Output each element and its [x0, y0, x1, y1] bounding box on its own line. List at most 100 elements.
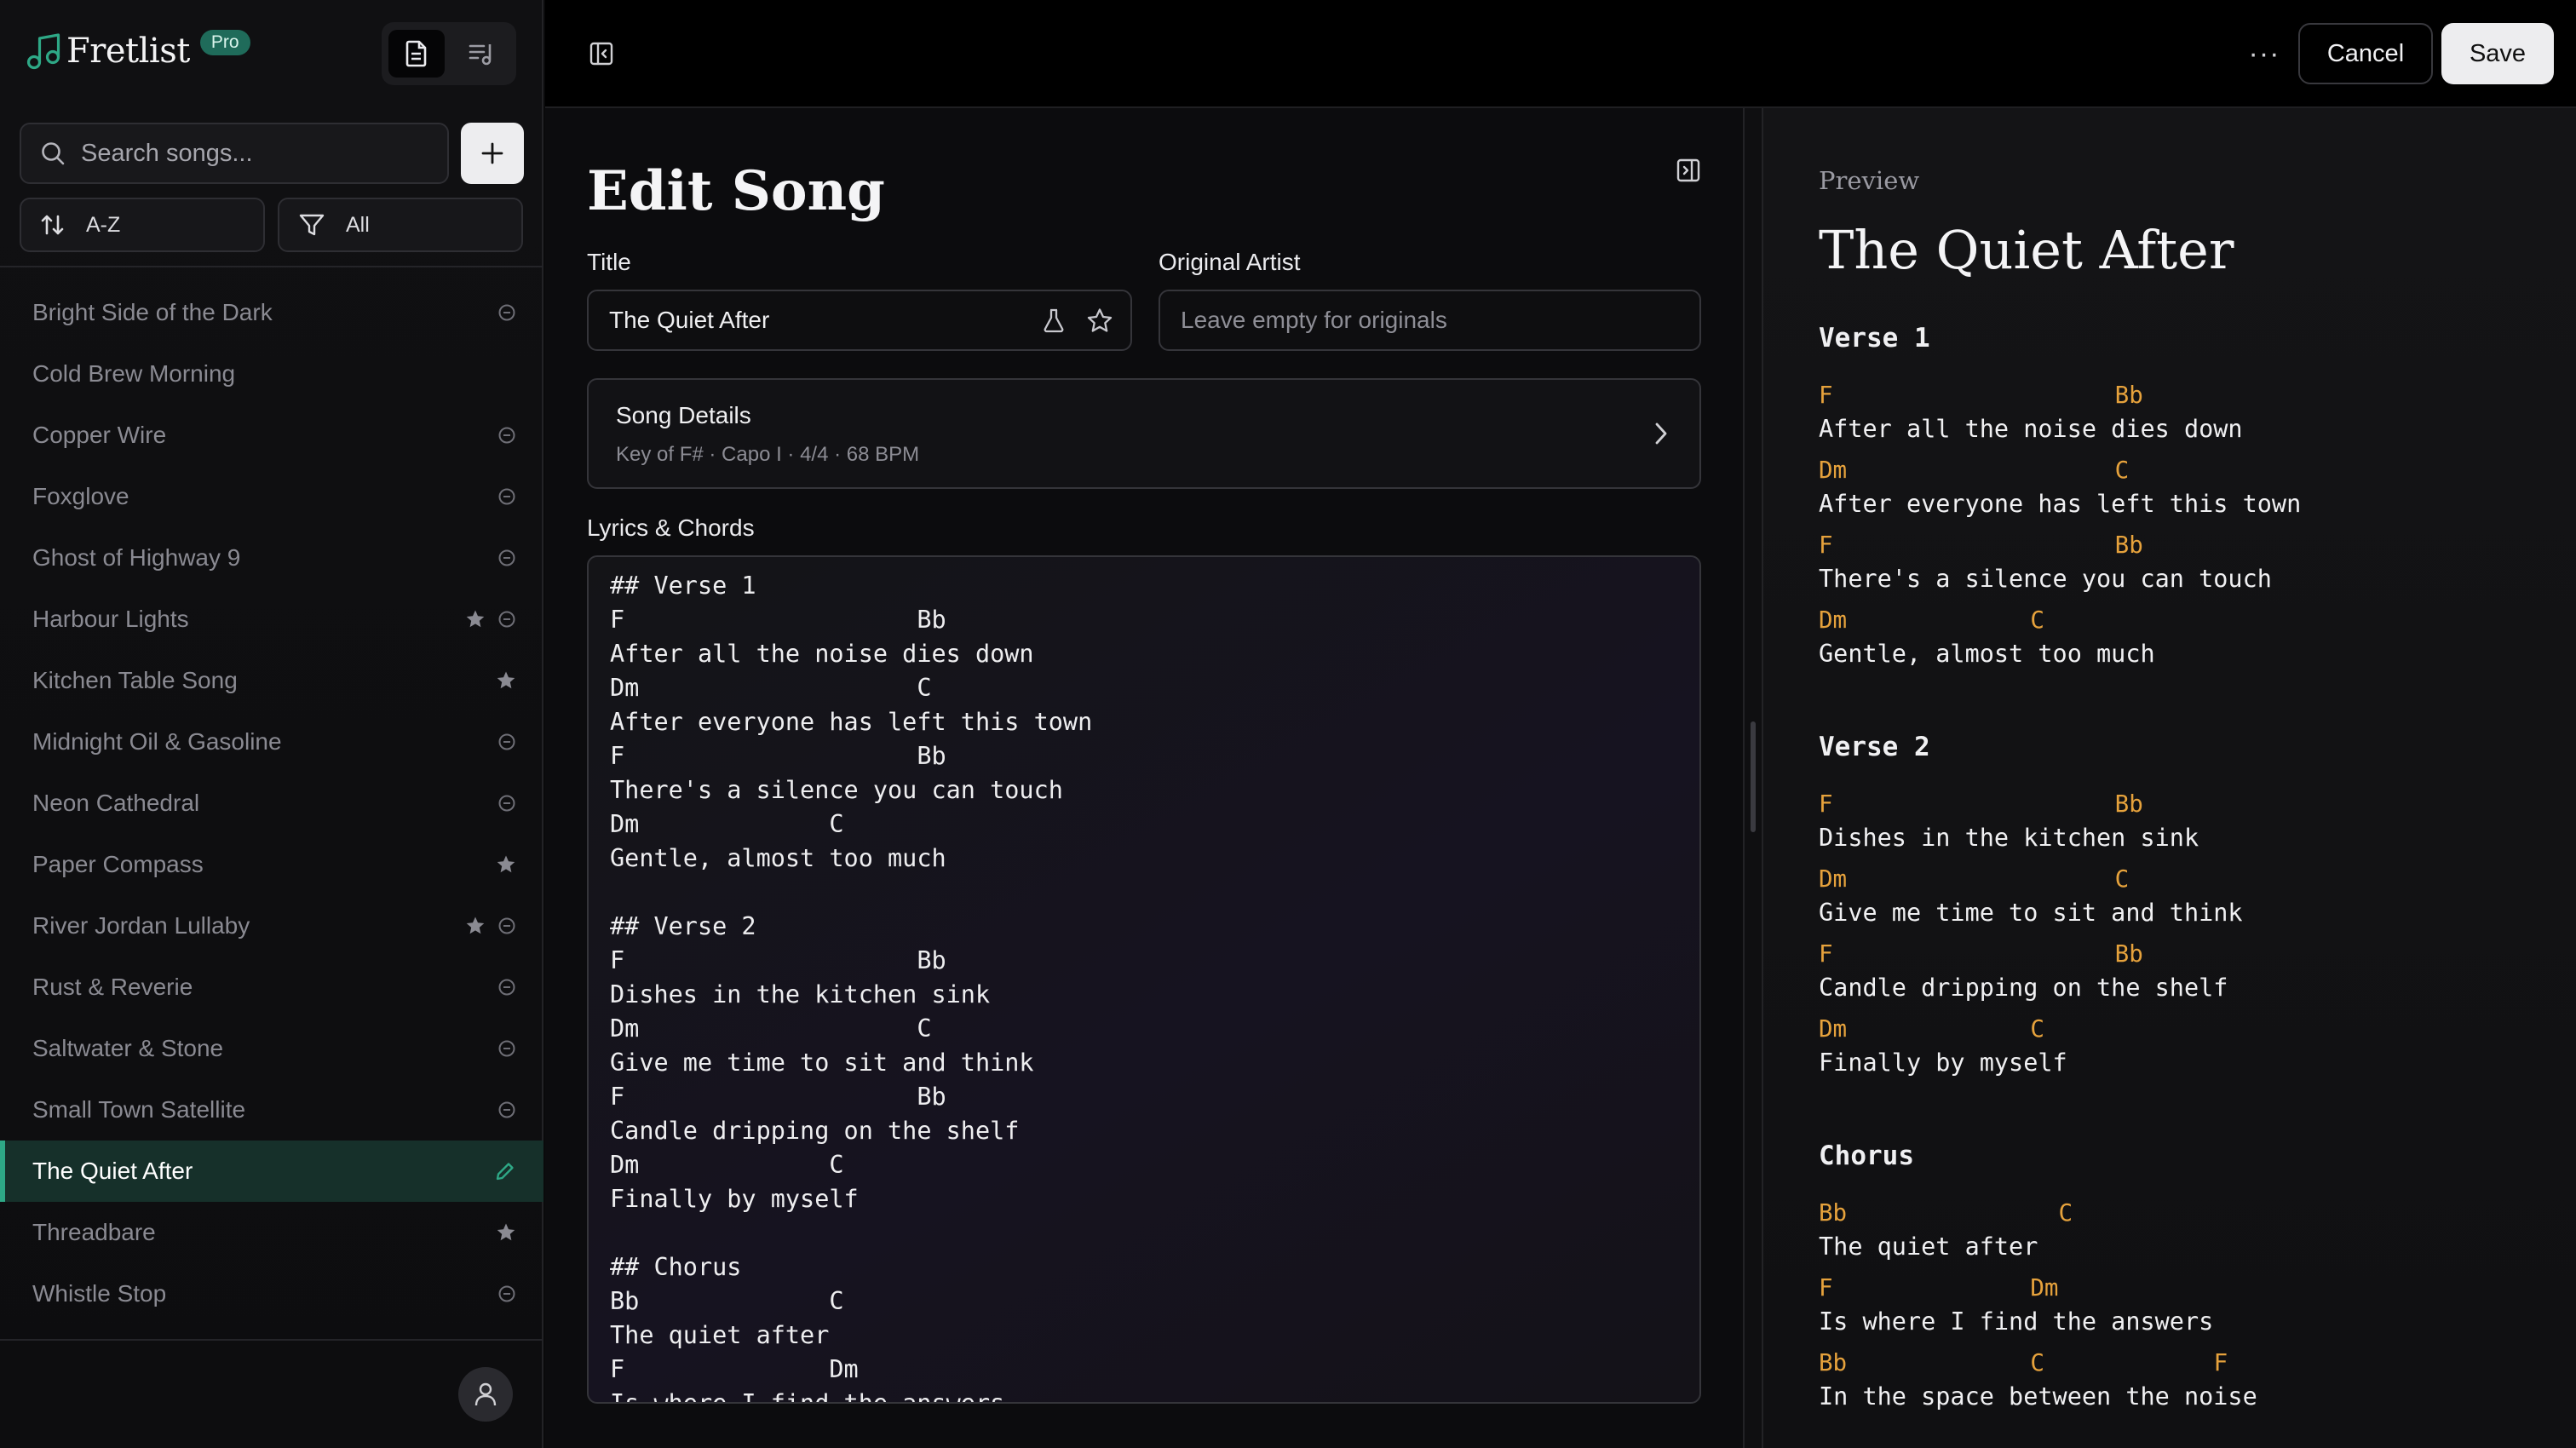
user-avatar-button[interactable] [458, 1367, 513, 1422]
preview-section: Verse 2 F Bb Dishes in the kitchen sink Dm … [1819, 733, 2568, 1087]
sidebar-song-item[interactable]: River Jordan Lullaby [0, 895, 543, 957]
status-circle-icon [498, 427, 515, 444]
sort-label: A-Z [86, 212, 121, 237]
status-circle-icon [498, 1101, 515, 1118]
song-title: Ghost of Highway 9 [32, 544, 241, 571]
search-input[interactable]: Search songs... [20, 123, 449, 184]
star-outline-icon[interactable] [1086, 307, 1113, 333]
lyric-line: Gentle, almost too much [1819, 640, 2155, 668]
add-song-button[interactable] [461, 123, 524, 184]
more-options-button[interactable]: ··· [2240, 34, 2288, 73]
document-view-button[interactable] [388, 30, 445, 78]
sidebar-song-item[interactable]: Ghost of Highway 9 [0, 527, 543, 589]
panel-left-icon [589, 42, 613, 66]
song-title: Saltwater & Stone [32, 1035, 224, 1061]
save-button[interactable]: Save [2441, 23, 2554, 84]
lyric-line: After everyone has left this town [1819, 490, 2302, 518]
sidebar-song-item[interactable]: Bright Side of the Dark [0, 282, 543, 343]
preview-line: Bb C F In the space between the noise [1819, 1346, 2568, 1421]
search-placeholder: Search songs... [81, 139, 253, 167]
sidebar-footer-divider [0, 1339, 543, 1341]
song-title: River Jordan Lullaby [32, 912, 250, 939]
preview-label: Preview [1819, 166, 1920, 195]
sort-button[interactable]: A-Z [20, 198, 265, 252]
sidebar-song-item[interactable]: Harbour Lights [0, 589, 543, 650]
star-icon [497, 671, 515, 689]
chord-line: Dm C [1819, 1015, 2044, 1043]
filter-button[interactable]: All [278, 198, 523, 252]
lyric-line: After all the noise dies down [1819, 415, 2243, 443]
song-title: Midnight Oil & Gasoline [32, 728, 282, 755]
song-item-icons [497, 282, 516, 343]
status-circle-icon [498, 611, 515, 628]
title-value: The Quiet After [609, 307, 770, 333]
sidebar: Fretlist Pro Search songs... A-Z All Bri… [0, 0, 543, 1448]
pane-resizer[interactable] [1743, 108, 1763, 1448]
flask-icon[interactable] [1042, 307, 1066, 333]
title-label: Title [587, 249, 631, 275]
song-details-summary: Key of F# · Capo I · 4/4 · 68 BPM [616, 443, 920, 466]
artist-placeholder: Leave empty for originals [1181, 307, 1447, 333]
lyrics-editor[interactable]: ## Verse 1 F Bb After all the noise dies… [587, 555, 1701, 1404]
sidebar-song-item[interactable]: Foxglove [0, 466, 543, 527]
sidebar-song-item[interactable]: Small Town Satellite [0, 1079, 543, 1141]
sidebar-song-item[interactable]: Midnight Oil & Gasoline [0, 711, 543, 773]
star-icon [497, 855, 515, 873]
song-item-icons [497, 466, 516, 527]
brand: Fretlist Pro [26, 27, 250, 75]
lyrics-text: ## Verse 1 F Bb After all the noise dies… [610, 572, 1093, 1404]
song-item-icons [497, 405, 516, 466]
collapse-sidebar-button[interactable] [583, 36, 620, 72]
sidebar-song-item[interactable]: Cold Brew Morning [0, 343, 543, 405]
sidebar-song-item[interactable]: Whistle Stop [0, 1263, 543, 1324]
song-item-icons [497, 1018, 516, 1079]
preview-section: Verse 1 F Bb After all the noise dies down… [1819, 324, 2568, 678]
setlist-view-button[interactable] [453, 30, 509, 78]
song-item-icons [497, 527, 516, 589]
chord-line: Bb C [1819, 1199, 2073, 1227]
chord-line: Dm C [1819, 457, 2130, 484]
sidebar-song-item[interactable]: Kitchen Table Song [0, 650, 543, 711]
more-icon: ··· [2248, 37, 2280, 70]
view-toggle [382, 22, 516, 85]
top-bar: ··· Cancel Save [545, 0, 2576, 108]
pencil-icon[interactable] [494, 1160, 516, 1182]
song-item-icons [497, 711, 516, 773]
song-item-icons [465, 895, 516, 957]
song-title: The Quiet After [32, 1158, 193, 1184]
song-item-icons [497, 1079, 516, 1141]
status-circle-icon [498, 1040, 515, 1057]
toggle-preview-button[interactable] [1670, 152, 1707, 188]
song-title: Kitchen Table Song [32, 667, 238, 693]
song-title: Rust & Reverie [32, 974, 193, 1000]
song-item-icons [497, 773, 516, 834]
sidebar-song-item[interactable]: The Quiet After [0, 1141, 543, 1202]
sidebar-song-item[interactable]: Paper Compass [0, 834, 543, 895]
song-item-icons [497, 1263, 516, 1324]
lyric-line: Is where I find the answers [1819, 1307, 2214, 1336]
preview-line: F Dm Is where I find the answers [1819, 1271, 2568, 1346]
original-artist-input[interactable]: Leave empty for originals [1159, 290, 1701, 351]
resize-handle[interactable] [1751, 721, 1756, 832]
pro-badge: Pro [199, 30, 250, 55]
filter-label: All [346, 212, 370, 237]
song-item-icons [494, 1141, 516, 1202]
lyric-line: In the space between the noise [1819, 1382, 2257, 1411]
preview-line: F Bb After all the noise dies down [1819, 378, 2568, 453]
preview-line: Dm C Give me time to sit and think [1819, 862, 2568, 937]
song-list: Bright Side of the Dark Cold Brew Morning… [0, 282, 543, 1324]
sidebar-song-item[interactable]: Rust & Reverie [0, 957, 543, 1018]
song-details-title: Song Details [616, 402, 751, 428]
sidebar-song-item[interactable]: Copper Wire [0, 405, 543, 466]
song-item-icons [496, 834, 516, 895]
document-icon [405, 40, 427, 67]
cancel-button[interactable]: Cancel [2298, 23, 2433, 84]
sidebar-song-item[interactable]: Neon Cathedral [0, 773, 543, 834]
title-input[interactable]: The Quiet After [587, 290, 1132, 351]
sidebar-song-item[interactable]: Threadbare [0, 1202, 543, 1263]
section-heading: Verse 2 [1819, 732, 1930, 762]
chord-line: Dm C [1819, 606, 2044, 634]
list-music-icon [469, 44, 492, 66]
sidebar-song-item[interactable]: Saltwater & Stone [0, 1018, 543, 1079]
song-details-card[interactable]: Song Details Key of F# · Capo I · 4/4 · … [587, 378, 1701, 489]
